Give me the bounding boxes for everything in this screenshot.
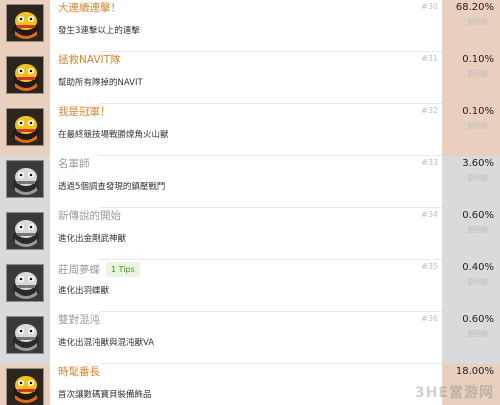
achievement-title: 新傳說的開始	[58, 210, 121, 222]
achievement-description: 進化出混沌獸與混沌獸VA	[58, 338, 155, 348]
achievement-icon-cell	[0, 0, 50, 52]
unlock-percentage: 18.00%	[455, 366, 494, 377]
difficulty-label: 更困難	[467, 122, 488, 130]
achievement-number: #31	[421, 54, 438, 63]
achievement-title: 名軍師	[58, 158, 90, 170]
achievement-number: #30	[421, 2, 438, 11]
unlock-percentage: 0.10%	[462, 54, 494, 65]
unlock-percentage: 68.20%	[455, 2, 494, 13]
unlock-percentage: 3.60%	[462, 158, 494, 169]
achievement-number: #33	[421, 158, 438, 167]
achievement-icon-cell	[0, 52, 50, 104]
achievement-description: 發生3連擊以上的連擊	[58, 26, 140, 36]
achievement-stat-cell: 0.10% 更困難	[442, 104, 500, 156]
achievement-stat-cell: 0.40% 更困難	[442, 260, 500, 312]
unlock-percentage: 0.60%	[462, 210, 494, 221]
fish-mascot-icon	[6, 264, 44, 302]
achievement-title: 大連續連擊！	[58, 2, 121, 14]
achievement-icon-cell	[0, 156, 50, 208]
achievement-description: 透過5個調查發現的鎮壓戰鬥	[58, 182, 166, 192]
achievement-description: 在最終競技場戰勝燎角火山獸	[58, 130, 169, 140]
fish-mascot-icon	[6, 368, 44, 405]
achievement-stat-cell: 68.20% 更困難	[442, 0, 500, 52]
difficulty-label: 更困難	[467, 18, 488, 26]
site-watermark: 3HE當游网	[415, 378, 494, 403]
watermark-logo: 3HE	[414, 385, 449, 401]
achievement-body: 雙對混沌 進化出混沌獸與混沌獸VA #36	[50, 312, 442, 364]
achievement-list: 大連續連擊！ 發生3連擊以上的連擊 #30 68.20% 更困難 拯救NAVIT…	[0, 0, 500, 405]
achievement-row[interactable]: 名軍師 透過5個調查發現的鎮壓戰鬥 #33 3.60% 更困難	[0, 156, 500, 208]
achievement-icon-cell	[0, 312, 50, 364]
difficulty-label: 更困難	[467, 174, 488, 182]
achievement-row[interactable]: 大連續連擊！ 發生3連擊以上的連擊 #30 68.20% 更困難	[0, 0, 500, 52]
achievement-title: 我是冠軍！	[58, 106, 111, 118]
achievement-icon-cell	[0, 208, 50, 260]
achievement-row[interactable]: 新傳說的開始 進化出金剛武神獸 #34 0.60% 更困難	[0, 208, 500, 260]
fish-mascot-icon	[6, 212, 44, 250]
achievement-description: 幫助所有隊掉的NAVIT	[58, 78, 143, 88]
difficulty-label: 更困難	[467, 278, 488, 286]
achievement-stat-cell: 0.60% 更困難	[442, 208, 500, 260]
achievement-title-text: 莊周夢蝶	[58, 264, 100, 276]
achievement-title: 莊周夢蝶 1 Tips	[58, 262, 140, 277]
difficulty-label: 更困難	[467, 226, 488, 234]
achievement-description: 進化出金剛武神獸	[58, 234, 127, 244]
achievement-number: #35	[421, 262, 438, 271]
unlock-percentage: 0.10%	[462, 106, 494, 117]
difficulty-label: 更困難	[467, 70, 488, 78]
fish-mascot-icon	[6, 108, 44, 146]
achievement-number: #36	[421, 314, 438, 323]
achievement-stat-cell: 0.60% 更困難	[442, 312, 500, 364]
achievement-number: #34	[421, 210, 438, 219]
achievement-row[interactable]: 拯救NAVIT隊 幫助所有隊掉的NAVIT #31 0.10% 更困難	[0, 52, 500, 104]
achievement-row[interactable]: 我是冠軍！ 在最終競技場戰勝燎角火山獸 #32 0.10% 更困難	[0, 104, 500, 156]
unlock-percentage: 0.40%	[462, 262, 494, 273]
tips-badge[interactable]: 1 Tips	[106, 262, 140, 277]
achievement-icon-cell	[0, 260, 50, 312]
achievement-stat-cell: 3.60% 更困難	[442, 156, 500, 208]
achievement-title: 雙對混沌	[58, 314, 100, 326]
achievement-title: 時髦番長	[58, 366, 100, 378]
achievement-title: 拯救NAVIT隊	[58, 54, 121, 66]
achievement-body: 我是冠軍！ 在最終競技場戰勝燎角火山獸 #32	[50, 104, 442, 156]
achievement-body: 莊周夢蝶 1 Tips 進化出羽蝶獸 #35	[50, 260, 442, 312]
unlock-percentage: 0.60%	[462, 314, 494, 325]
fish-mascot-icon	[6, 56, 44, 94]
achievement-body: 新傳說的開始 進化出金剛武神獸 #34	[50, 208, 442, 260]
fish-mascot-icon	[6, 160, 44, 198]
achievement-body: 名軍師 透過5個調查發現的鎮壓戰鬥 #33	[50, 156, 442, 208]
achievement-number: #32	[421, 106, 438, 115]
achievement-body: 時髦番長 首次讓數碼寶貝裝備飾品	[50, 364, 442, 405]
watermark-text: 當游网	[449, 385, 494, 401]
achievement-description: 進化出羽蝶獸	[58, 286, 110, 296]
fish-mascot-icon	[6, 316, 44, 354]
achievement-stat-cell: 0.10% 更困難	[442, 52, 500, 104]
achievement-row[interactable]: 雙對混沌 進化出混沌獸與混沌獸VA #36 0.60% 更困難	[0, 312, 500, 364]
achievement-body: 大連續連擊！ 發生3連擊以上的連擊 #30	[50, 0, 442, 52]
fish-mascot-icon	[6, 4, 44, 42]
achievement-row[interactable]: 莊周夢蝶 1 Tips 進化出羽蝶獸 #35 0.40% 更困難	[0, 260, 500, 312]
achievement-icon-cell	[0, 104, 50, 156]
achievement-body: 拯救NAVIT隊 幫助所有隊掉的NAVIT #31	[50, 52, 442, 104]
achievement-icon-cell	[0, 364, 50, 405]
achievement-description: 首次讓數碼寶貝裝備飾品	[58, 390, 152, 400]
difficulty-label: 更困難	[467, 330, 488, 338]
